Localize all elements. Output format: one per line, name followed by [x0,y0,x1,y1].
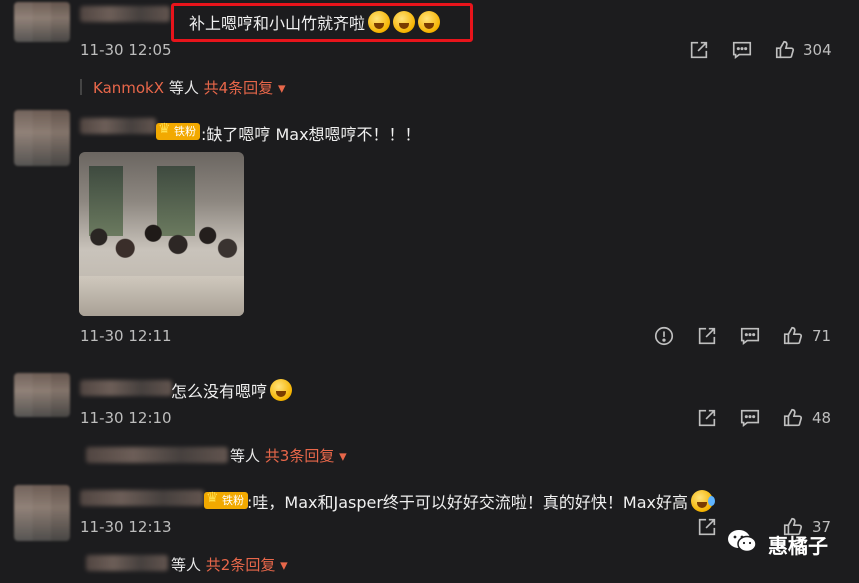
comment-text: :哇，Max和Jasper终于可以好好交流啦！真的好快！Max好高 [247,489,715,513]
reply-divider [80,79,82,95]
comment-icon[interactable] [739,407,761,429]
reply-username[interactable]: KanmokX [93,79,164,97]
comment-icon[interactable] [739,325,761,347]
chevron-down-icon[interactable]: ▾ [280,556,288,574]
username-blurred[interactable] [80,118,156,134]
like-count: 304 [803,41,832,59]
comment-photo[interactable] [79,152,244,316]
share-icon[interactable] [696,325,718,347]
reply-summary[interactable]: KanmokX 等人 共4条回复 ▾ [93,77,285,98]
like-count: 48 [812,409,832,427]
fan-badge: 铁粉 [156,121,200,140]
comment-text-body: :哇，Max和Jasper终于可以好好交流啦！真的好快！Max好高 [247,493,688,512]
wechat-icon [727,528,757,554]
like-count: 71 [812,327,832,345]
highlight-box [171,3,473,42]
reply-others: 等人 [230,447,261,465]
reply-count[interactable]: 共4条回复 [204,79,274,97]
report-icon[interactable] [653,325,675,347]
comment-text: 怎么没有嗯哼 [171,378,293,402]
reply-others: 等人 [171,556,202,574]
avatar[interactable] [14,373,70,417]
username-blurred[interactable] [80,490,204,506]
comment-time: 11-30 12:11 [80,327,172,345]
photo-people [79,207,244,282]
fan-badge: 铁粉 [204,490,248,509]
share-icon[interactable] [688,39,710,61]
chevron-down-icon[interactable]: ▾ [339,447,347,465]
avatar[interactable] [14,485,70,541]
comment-time: 11-30 12:10 [80,409,172,427]
share-icon[interactable] [696,407,718,429]
like-icon[interactable] [774,39,796,61]
comment-text: :缺了嗯哼 Max想嗯哼不！！！ [201,125,421,144]
comment-text-body: 怎么没有嗯哼 [171,382,268,401]
reply-count[interactable]: 共3条回复 [265,447,335,465]
reply-count[interactable]: 共2条回复 [206,556,276,574]
comment-time: 11-30 12:13 [80,518,172,536]
reply-summary[interactable]: 等人 共3条回复 ▾ [230,445,347,466]
avatar[interactable] [14,110,70,166]
share-icon[interactable] [696,516,718,538]
like-icon[interactable] [782,325,804,347]
comment-icon[interactable] [731,39,753,61]
watermark-text: 惠橘子 [768,534,828,558]
reply-username-blurred[interactable] [86,555,168,571]
emoji-icon [270,379,293,401]
username-blurred[interactable] [80,6,170,22]
avatar[interactable] [14,2,70,42]
emoji-cry-icon [691,490,715,512]
chevron-down-icon[interactable]: ▾ [278,79,286,97]
reply-others: 等人 [168,79,199,97]
like-icon[interactable] [782,407,804,429]
reply-username-blurred[interactable] [86,447,228,463]
photo-floor [79,276,244,316]
reply-summary[interactable]: 等人 共2条回复 ▾ [171,554,288,575]
username-blurred[interactable] [80,380,172,396]
comment-time: 11-30 12:05 [80,41,172,59]
